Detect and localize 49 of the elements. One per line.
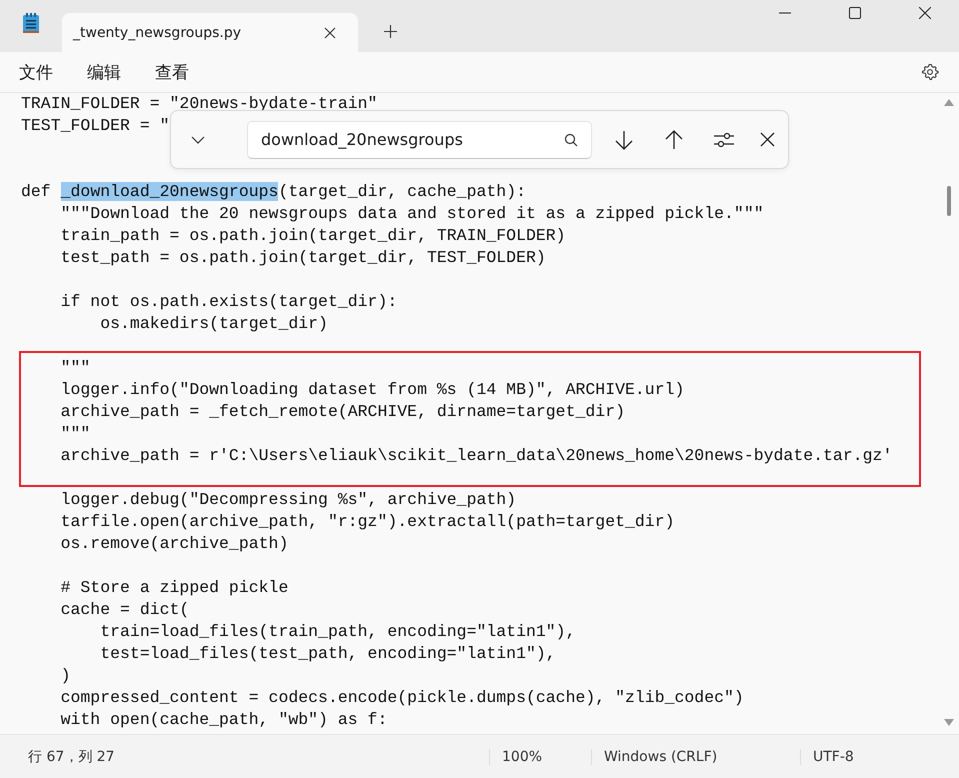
search-icon[interactable] [564, 132, 578, 146]
code-line: if not os.path.exists(target_dir): [60, 291, 398, 313]
new-tab-icon[interactable] [384, 25, 397, 38]
options-icon[interactable] [714, 132, 734, 148]
scroll-up-icon[interactable] [944, 99, 954, 106]
menu-item[interactable]: 文件 [8, 56, 64, 88]
maximize-icon[interactable] [849, 7, 861, 19]
code-line: def _download_20newsgroups(target_dir, cache_path): [21, 181, 527, 203]
scroll-down-icon[interactable] [944, 719, 954, 726]
code-line: """ [60, 357, 92, 379]
code-line: cache = dict( [60, 599, 190, 621]
code-line: tarfile.open(archive_path, "r:gz").extractall(path=target_dir) [60, 511, 676, 533]
search-field[interactable]: download_20newsgroups [247, 120, 592, 158]
menu-item[interactable]: 查看 [144, 56, 200, 88]
close-icon[interactable] [760, 132, 775, 147]
code-line: compressed_content = codecs.encode(pickle.dumps(cache), "zlib_codec") [60, 687, 745, 709]
code-line: train_path = os.path.join(target_dir, TRAIN_FOLDER) [60, 225, 567, 247]
code-line: train=load_files(train_path, encoding="latin1"), [99, 621, 576, 643]
file-tab[interactable]: _twenty_newsgroups.py [62, 13, 358, 52]
tab-title: _twenty_newsgroups.py [73, 24, 242, 40]
code-line: ) [60, 665, 72, 687]
code-line: """Download the 20 newsgroups data and stored it as a zipped pickle.""" [60, 203, 765, 225]
close-icon[interactable] [324, 26, 336, 38]
arrow-down-icon[interactable] [614, 130, 634, 150]
code-line: os.remove(archive_path) [60, 533, 290, 555]
encoding: UTF-8 [800, 748, 854, 764]
arrow-up-icon[interactable] [664, 130, 684, 150]
code-line: test=load_files(test_path, encoding="latin1"), [99, 643, 557, 665]
chevron-down-icon[interactable] [191, 136, 205, 144]
scrollbar-thumb[interactable] [947, 186, 951, 216]
code-line: archive_path = r'C:\Users\eliauk\scikit_learn_data\20news_home\20news-bydate.tar.gz' [60, 445, 894, 467]
code-line: """ [60, 423, 92, 445]
code-line: TEST_FOLDER = " [21, 115, 171, 137]
code-line: TRAIN_FOLDER = "20news-bydate-train" [21, 93, 378, 115]
code-line: logger.info("Downloading dataset from %s (14 MB)", ARCHIVE.url) [60, 379, 686, 401]
code-line: # Store a zipped pickle [60, 577, 290, 599]
settings-icon[interactable] [921, 63, 939, 81]
cursor-position: 行 67，列 27 [27, 748, 116, 766]
menu-item[interactable]: 编辑 [76, 56, 132, 88]
zoom-level: 100% [489, 748, 591, 764]
code-line: logger.debug("Decompressing %s", archive_path) [60, 489, 518, 511]
code-line: archive_path = _fetch_remote(ARCHIVE, dirname=target_dir) [60, 401, 626, 423]
notepad-icon [22, 12, 40, 34]
line-ending: Windows (CRLF) [591, 748, 800, 764]
code-line: os.makedirs(target_dir) [99, 313, 329, 335]
close-icon[interactable] [919, 7, 931, 19]
minimize-icon[interactable] [779, 12, 791, 14]
code-line: test_path = os.path.join(target_dir, TEST_FOLDER) [60, 247, 547, 269]
code-line: with open(cache_path, "wb") as f: [60, 709, 388, 731]
